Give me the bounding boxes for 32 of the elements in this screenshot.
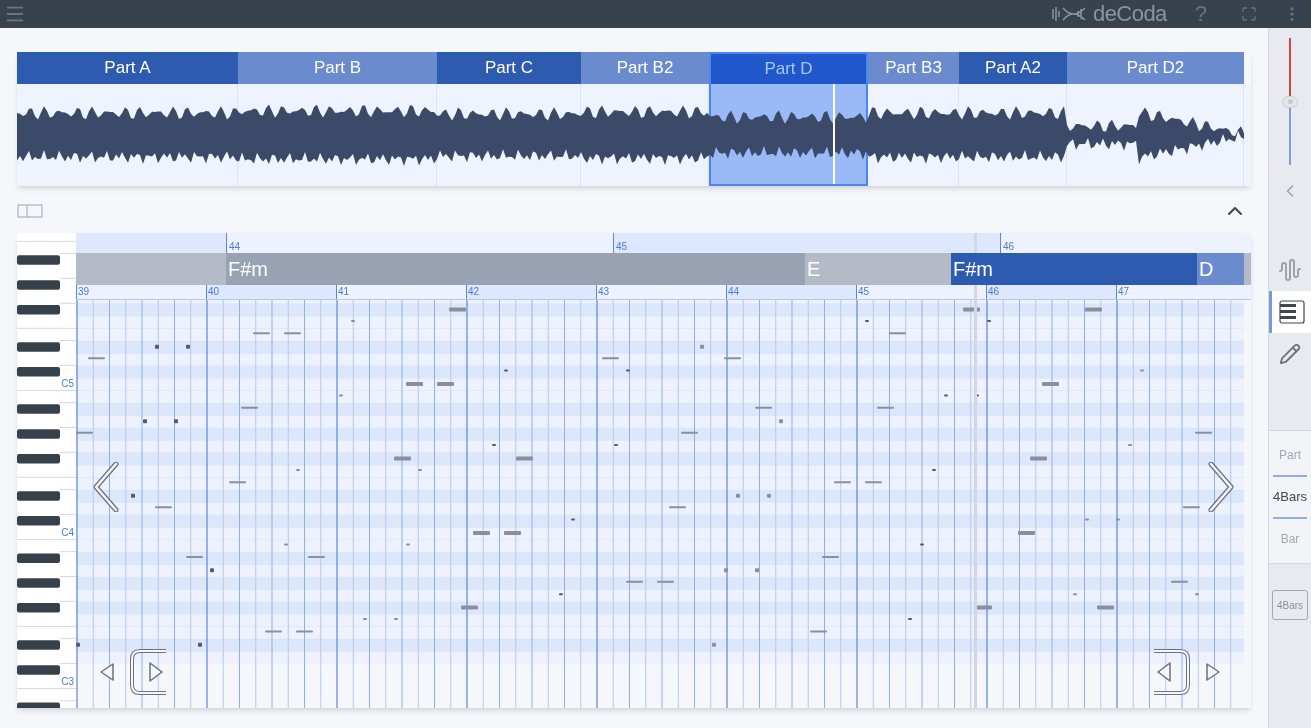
bar-number: 44 <box>728 285 741 299</box>
brand-name: deCoda <box>1093 3 1167 25</box>
part-tab[interactable]: Part A <box>17 52 238 84</box>
chord-block[interactable]: F#m <box>951 253 1197 285</box>
ruler-label: 44 <box>229 241 241 252</box>
ruler-label: 46 <box>1003 241 1015 252</box>
bar-number: 46 <box>988 285 1001 299</box>
ruler-label: 45 <box>616 241 628 252</box>
part-tab[interactable]: Part B3 <box>868 52 959 84</box>
bar-number: 41 <box>338 285 351 299</box>
part-tab[interactable]: Part B2 <box>581 52 709 84</box>
loop-length-button[interactable]: 4Bars <box>1272 590 1308 620</box>
part-tab[interactable]: Part C <box>437 52 581 84</box>
zoom-option[interactable]: Part <box>1269 435 1311 475</box>
chord-block[interactable]: F#m <box>226 253 805 285</box>
part-tab[interactable]: Part B <box>238 52 437 84</box>
part-tab[interactable]: Part D <box>709 52 868 84</box>
key-label: C3 <box>61 677 74 688</box>
chord-block[interactable]: D <box>1197 253 1244 285</box>
bar-number: 39 <box>78 285 91 299</box>
zoom-option[interactable]: 4Bars <box>1269 477 1311 517</box>
help-button[interactable]: ? <box>1194 3 1207 25</box>
part-tab[interactable]: Part D2 <box>1067 52 1244 84</box>
key-label: C4 <box>61 528 74 539</box>
bar-number: 47 <box>1118 285 1131 299</box>
bar-number: 42 <box>468 285 481 299</box>
bar-number: 43 <box>598 285 611 299</box>
bar-number: 45 <box>858 285 871 299</box>
zoom-option[interactable]: Bar <box>1269 519 1311 559</box>
bar-number: 40 <box>208 285 221 299</box>
part-tab[interactable]: Part A2 <box>959 52 1067 84</box>
key-label: C5 <box>61 379 74 389</box>
